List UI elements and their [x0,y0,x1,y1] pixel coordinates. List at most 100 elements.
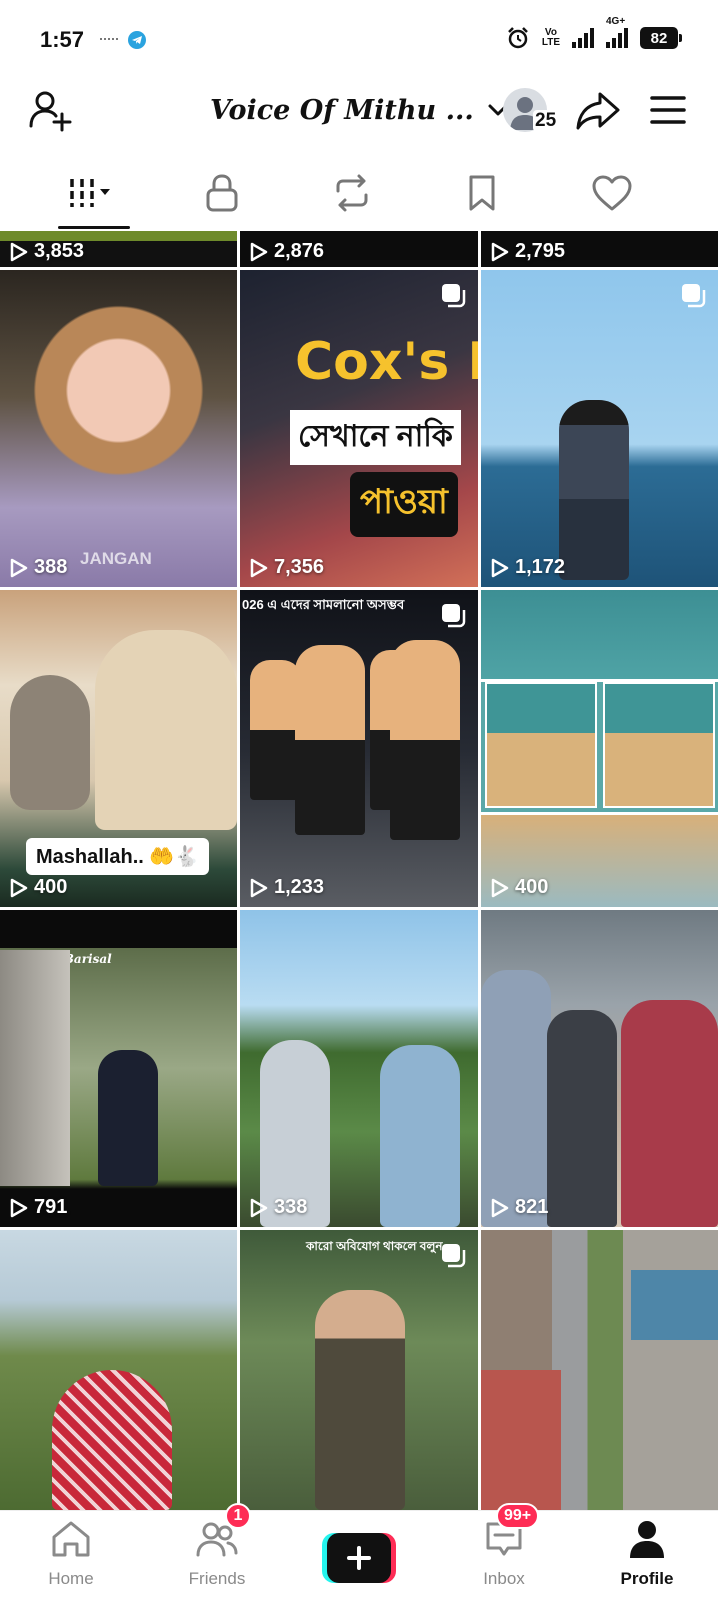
video-tile[interactable]: Made In Barisal 791 [0,910,237,1227]
add-friend-button[interactable] [26,86,74,134]
video-frame [603,682,715,808]
bookmark-icon [469,175,495,211]
volte-indicator: Vo LTE [542,28,560,48]
tab-favorites[interactable] [442,160,522,226]
share-profile-button[interactable] [574,86,622,134]
photo-carousel-icon [682,284,706,308]
play-icon [10,558,28,577]
person-figure [559,400,629,580]
inbox-icon: 99+ [482,1503,540,1561]
video-tile[interactable]: 821 [481,910,718,1227]
play-icon [250,1198,268,1217]
nav-profile[interactable]: Profile [592,1517,702,1597]
view-count: 338 [250,1196,307,1219]
nav-home-label: Home [48,1569,94,1588]
lock-icon [206,174,238,212]
video-caption-line-2: সেখানে নাকি [290,410,461,465]
photo-carousel-icon [442,284,466,308]
person-figure [315,1290,405,1510]
profile-views-button[interactable]: 25 [503,88,559,134]
profile-views-count: 25 [533,110,559,132]
video-tile[interactable]: Cox's B সেখানে নাকি পাওয়া 7,356 [240,270,478,587]
play-icon [250,558,268,577]
tab-liked[interactable] [572,160,652,226]
nav-inbox[interactable]: 99+ Inbox [449,1503,559,1597]
view-count-text: 1,172 [515,556,566,578]
view-count: 821 [491,1196,548,1219]
tab-reposts[interactable] [312,160,392,226]
play-icon [491,1198,509,1217]
person-figure [621,1000,718,1227]
tab-private[interactable] [182,160,262,226]
account-switcher[interactable]: Voice Of Mithu ... [210,90,510,130]
nav-home[interactable]: Home [16,1517,126,1597]
video-tile[interactable]: 1,172 [481,270,718,587]
nav-inbox-label: Inbox [483,1569,525,1588]
menu-button[interactable] [646,88,690,132]
signal-strength-icon [572,28,594,48]
video-caption: Cox's B [295,332,478,392]
play-icon [10,878,28,897]
video-tile[interactable] [0,1230,237,1510]
nav-friends[interactable]: 1 Friends [162,1503,272,1597]
play-icon [10,242,28,261]
pond [631,1270,718,1340]
play-icon [10,1198,28,1217]
photo-carousel-icon [442,604,466,628]
video-tile[interactable]: 400 [481,590,718,907]
signal-strength-icon-2 [606,28,628,48]
view-count-text: 791 [34,1196,68,1218]
view-count: 791 [10,1196,67,1219]
status-bar: 1:57 Vo LTE 4G+ 82 [0,0,718,80]
plus-icon [327,1533,391,1583]
video-tile[interactable]: 3,853 [0,231,237,267]
nav-friends-label: Friends [188,1569,246,1588]
tab-videos[interactable] [52,160,132,226]
video-tile[interactable] [481,1230,718,1510]
view-count-text: 3,853 [34,240,85,262]
person-figure [380,1045,460,1227]
battery-level: 82 [650,29,668,47]
friends-icon: 1 [195,1503,251,1561]
create-video-button[interactable] [322,1533,396,1583]
status-notification-icons [100,31,147,49]
status-system-icons: Vo LTE 4G+ 82 [506,16,682,50]
view-count: 1,233 [250,876,324,899]
mobile-data-indicator: 4G+ [606,16,628,48]
video-caption: JANGAN [80,549,152,568]
play-icon [250,242,268,261]
view-count: 2,876 [250,240,324,263]
profile-title: Voice Of Mithu ... [210,94,474,126]
view-count-text: 388 [34,556,68,578]
tree-trunk [0,950,70,1186]
heart-icon [592,175,632,211]
play-icon [491,242,509,261]
player-figure [295,645,365,835]
video-tile[interactable]: 2,876 [240,231,478,267]
photo-carousel-icon [442,1244,466,1268]
video-caption: 026 এ এদের সামলানো অসম্ভব [242,597,405,612]
video-tile[interactable]: কারো অবিযোগ থাকলে বলুন [240,1230,478,1510]
profile-header: Voice Of Mithu ... 25 [0,80,718,144]
status-time: 1:57 [40,27,85,52]
view-count: 3,853 [10,240,84,263]
video-tile[interactable]: 026 এ এদের সামলানো অসম্ভব 1,233 [240,590,478,907]
video-caption: কারো অবিযোগ থাকলে বলুন [306,1239,443,1253]
video-tile[interactable]: 2,795 [481,231,718,267]
home-icon [49,1517,93,1561]
view-count-text: 821 [515,1196,549,1218]
view-count-text: 400 [515,876,549,898]
cat-figure [10,675,90,810]
video-tile[interactable]: JANGAN 388 [0,270,237,587]
telegram-icon [128,31,147,49]
person-figure [481,970,551,1227]
alarm-icon [507,27,528,49]
video-tile[interactable]: Mashallah.. 🤲🐇 400 [0,590,237,907]
profile-icon [625,1517,669,1561]
video-tile[interactable]: 338 [240,910,478,1227]
friends-badge: 1 [225,1503,251,1529]
view-count-text: 400 [34,876,68,898]
building-roof [481,1370,561,1510]
person-figure [98,1050,158,1186]
battery-icon: 82 [640,27,682,49]
